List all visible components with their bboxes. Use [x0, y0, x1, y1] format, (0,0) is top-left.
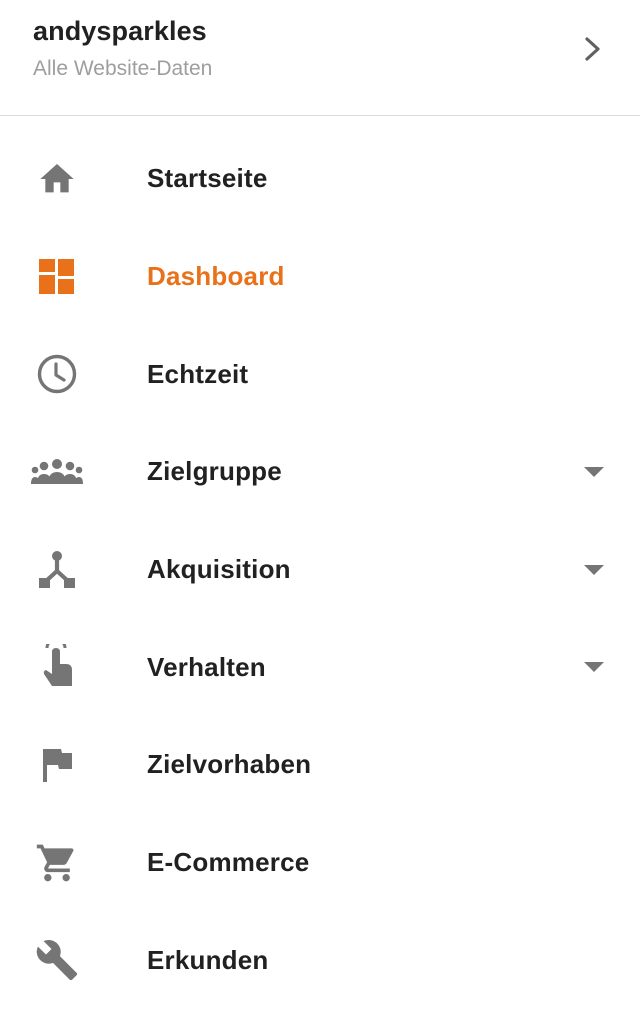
- menu-item-label: Dashboard: [147, 261, 285, 292]
- dashboard-icon: [28, 248, 86, 306]
- menu-item-zielgruppe[interactable]: Zielgruppe: [0, 423, 640, 521]
- clock-icon: [28, 345, 86, 403]
- chevron-right-icon: [585, 37, 600, 61]
- acquisition-icon: [28, 541, 86, 599]
- property-name: Alle Website-Daten: [33, 57, 213, 80]
- wrench-icon: [28, 931, 86, 989]
- menu-item-echtzeit[interactable]: Echtzeit: [0, 325, 640, 423]
- menu-item-zielvorhaben[interactable]: Zielvorhaben: [0, 716, 640, 814]
- menu-item-startseite[interactable]: Startseite: [0, 130, 640, 228]
- menu-item-label: Startseite: [147, 163, 268, 194]
- caret-down-icon[interactable]: [584, 564, 604, 576]
- caret-down-icon[interactable]: [584, 661, 604, 673]
- menu-item-akquisition[interactable]: Akquisition: [0, 521, 640, 619]
- cart-icon: [28, 834, 86, 892]
- caret-down-icon[interactable]: [584, 466, 604, 478]
- menu-item-erkunden[interactable]: Erkunden: [0, 912, 640, 1010]
- menu-item-label: Zielgruppe: [147, 456, 282, 487]
- home-icon: [28, 150, 86, 208]
- nav-menu: Startseite Dashboard Echtzeit Zielgruppe…: [0, 130, 640, 1009]
- menu-item-ecommerce[interactable]: E-Commerce: [0, 814, 640, 912]
- menu-item-label: Akquisition: [147, 554, 291, 585]
- menu-item-dashboard[interactable]: Dashboard: [0, 228, 640, 326]
- touch-icon: [28, 638, 86, 696]
- menu-item-label: Echtzeit: [147, 358, 249, 389]
- menu-item-label: Verhalten: [147, 651, 266, 682]
- people-icon: [28, 443, 86, 501]
- menu-item-label: E-Commerce: [147, 847, 310, 878]
- flag-icon: [28, 736, 86, 794]
- account-name: andysparkles: [33, 16, 207, 46]
- account-header[interactable]: andysparkles Alle Website-Daten: [0, 0, 640, 116]
- menu-item-label: Erkunden: [147, 944, 269, 975]
- menu-item-label: Zielvorhaben: [147, 749, 312, 780]
- menu-item-verhalten[interactable]: Verhalten: [0, 618, 640, 716]
